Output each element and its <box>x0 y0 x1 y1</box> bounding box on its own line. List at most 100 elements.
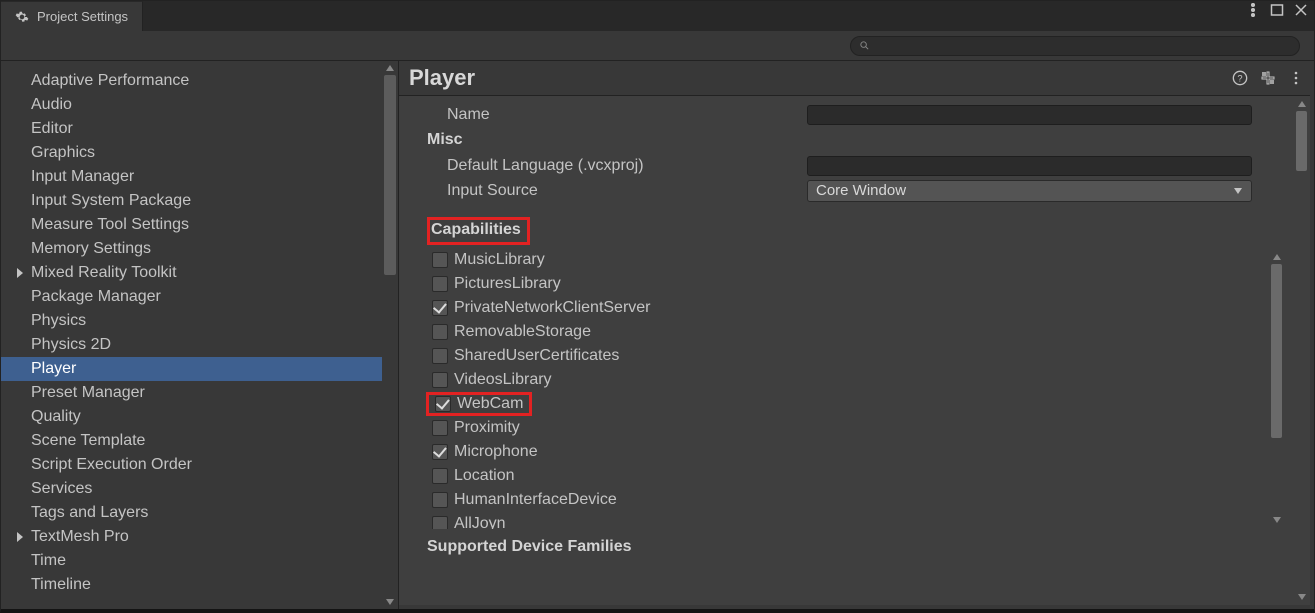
project-settings-window: Project Settings Adaptive PerformanceAud… <box>0 0 1315 613</box>
checkbox[interactable] <box>432 300 448 316</box>
checkbox[interactable] <box>432 420 448 436</box>
sidebar-item-label: Physics <box>31 312 86 330</box>
sidebar-item-label: Editor <box>31 120 73 138</box>
capability-row-microphone: Microphone <box>422 440 1265 464</box>
sidebar-item-tags-and-layers[interactable]: Tags and Layers <box>1 501 398 525</box>
checkbox[interactable] <box>435 396 451 412</box>
page-title: Player <box>409 65 475 91</box>
sidebar-item-input-manager[interactable]: Input Manager <box>1 165 398 189</box>
checkbox[interactable] <box>432 348 448 364</box>
scroll-down-icon[interactable] <box>1294 590 1309 604</box>
scroll-down-icon[interactable] <box>382 595 398 609</box>
search-input[interactable] <box>850 36 1300 56</box>
capability-highlight: WebCam <box>426 392 532 416</box>
name-row: Name <box>427 102 1286 127</box>
input-source-dropdown[interactable]: Core Window <box>807 180 1252 202</box>
sidebar-item-physics[interactable]: Physics <box>1 309 398 333</box>
sidebar-item-adaptive-performance[interactable]: Adaptive Performance <box>1 69 398 93</box>
sidebar-item-label: Measure Tool Settings <box>31 216 189 234</box>
sidebar-item-editor[interactable]: Editor <box>1 117 398 141</box>
capability-label: Location <box>454 467 515 485</box>
sidebar-item-label: TextMesh Pro <box>31 528 129 546</box>
capabilities-scrollbar[interactable] <box>1270 250 1283 527</box>
sidebar-item-package-manager[interactable]: Package Manager <box>1 285 398 309</box>
sidebar-item-label: Player <box>31 360 76 378</box>
sidebar-item-graphics[interactable]: Graphics <box>1 141 398 165</box>
capabilities-heading-highlight: Capabilities <box>427 217 530 245</box>
sidebar-item-preset-manager[interactable]: Preset Manager <box>1 381 398 405</box>
sidebar-item-measure-tool-settings[interactable]: Measure Tool Settings <box>1 213 398 237</box>
sidebar-item-scene-template[interactable]: Scene Template <box>1 429 398 453</box>
sidebar-item-label: Time <box>31 552 66 570</box>
checkbox[interactable] <box>432 444 448 460</box>
sidebar-item-script-execution-order[interactable]: Script Execution Order <box>1 453 398 477</box>
capability-label: WebCam <box>457 395 523 413</box>
capability-row-location: Location <box>422 464 1265 488</box>
scroll-up-icon[interactable] <box>382 61 398 75</box>
scroll-up-icon[interactable] <box>1270 250 1283 264</box>
name-label: Name <box>427 106 807 124</box>
main-content: Name Misc Default Language (.vcxproj) In… <box>399 95 1310 605</box>
scrollbar-thumb[interactable] <box>1271 264 1282 438</box>
checkbox[interactable] <box>432 516 448 529</box>
checkbox[interactable] <box>432 276 448 292</box>
capability-label: VideosLibrary <box>454 371 552 389</box>
scroll-up-icon[interactable] <box>1294 97 1309 111</box>
scrollbar-thumb[interactable] <box>1296 111 1307 171</box>
sidebar-item-mixed-reality-toolkit[interactable]: Mixed Reality Toolkit <box>1 261 398 285</box>
sidebar-item-label: Mixed Reality Toolkit <box>31 264 177 282</box>
capability-label: SharedUserCertificates <box>454 347 619 365</box>
capability-row-privatenetworkclientserver: PrivateNetworkClientServer <box>422 296 1265 320</box>
sidebar-item-services[interactable]: Services <box>1 477 398 501</box>
name-input[interactable] <box>807 105 1252 125</box>
expander-icon[interactable] <box>15 266 25 284</box>
sidebar-scrollbar[interactable] <box>382 61 398 609</box>
window-tab-label: Project Settings <box>37 9 128 24</box>
sidebar-item-audio[interactable]: Audio <box>1 93 398 117</box>
kebab-icon[interactable] <box>1246 3 1260 17</box>
sidebar-item-label: Timeline <box>31 576 91 594</box>
checkbox[interactable] <box>432 468 448 484</box>
capability-row-alljoyn: AllJoyn <box>422 512 1265 529</box>
main-scrollbar[interactable] <box>1294 97 1309 604</box>
toolbar <box>1 31 1314 61</box>
scrollbar-thumb[interactable] <box>384 75 396 275</box>
sidebar-item-timeline[interactable]: Timeline <box>1 573 398 597</box>
sidebar-item-label: Memory Settings <box>31 240 151 258</box>
context-menu-icon[interactable] <box>1288 70 1304 86</box>
sidebar-item-quality[interactable]: Quality <box>1 405 398 429</box>
checkbox[interactable] <box>432 252 448 268</box>
capability-row-videoslibrary: VideosLibrary <box>422 368 1265 392</box>
capability-label: PrivateNetworkClientServer <box>454 299 651 317</box>
sidebar-item-time[interactable]: Time <box>1 549 398 573</box>
checkbox[interactable] <box>432 372 448 388</box>
content-cutoff <box>399 591 1292 605</box>
sidebar-item-memory-settings[interactable]: Memory Settings <box>1 237 398 261</box>
sidebar-item-input-system-package[interactable]: Input System Package <box>1 189 398 213</box>
input-source-row: Input Source Core Window <box>427 178 1286 203</box>
supported-families-heading: Supported Device Families <box>427 534 1286 560</box>
scroll-down-icon[interactable] <box>1270 513 1283 527</box>
default-language-label: Default Language (.vcxproj) <box>427 157 807 175</box>
sidebar-item-label: Quality <box>31 408 81 426</box>
main-panel: Player ? Name Misc Defa <box>399 61 1314 609</box>
search-field[interactable] <box>876 39 1291 53</box>
capability-label: HumanInterfaceDevice <box>454 491 617 509</box>
window-tab[interactable]: Project Settings <box>1 1 143 31</box>
sidebar-item-textmesh-pro[interactable]: TextMesh Pro <box>1 525 398 549</box>
expander-icon[interactable] <box>15 530 25 548</box>
capability-label: MusicLibrary <box>454 251 545 269</box>
capability-row-removablestorage: RemovableStorage <box>422 320 1265 344</box>
capability-row-sharedusercertificates: SharedUserCertificates <box>422 344 1265 368</box>
checkbox[interactable] <box>432 324 448 340</box>
sidebar-item-player[interactable]: Player <box>1 357 398 381</box>
titlebar: Project Settings <box>1 1 1314 31</box>
close-button[interactable] <box>1294 3 1308 17</box>
checkbox[interactable] <box>432 492 448 508</box>
help-icon[interactable]: ? <box>1232 70 1248 86</box>
presets-icon[interactable] <box>1260 70 1276 86</box>
default-language-input[interactable] <box>807 156 1252 176</box>
maximize-button[interactable] <box>1270 3 1284 17</box>
sidebar-item-physics-2d[interactable]: Physics 2D <box>1 333 398 357</box>
chevron-down-icon <box>1233 187 1243 195</box>
